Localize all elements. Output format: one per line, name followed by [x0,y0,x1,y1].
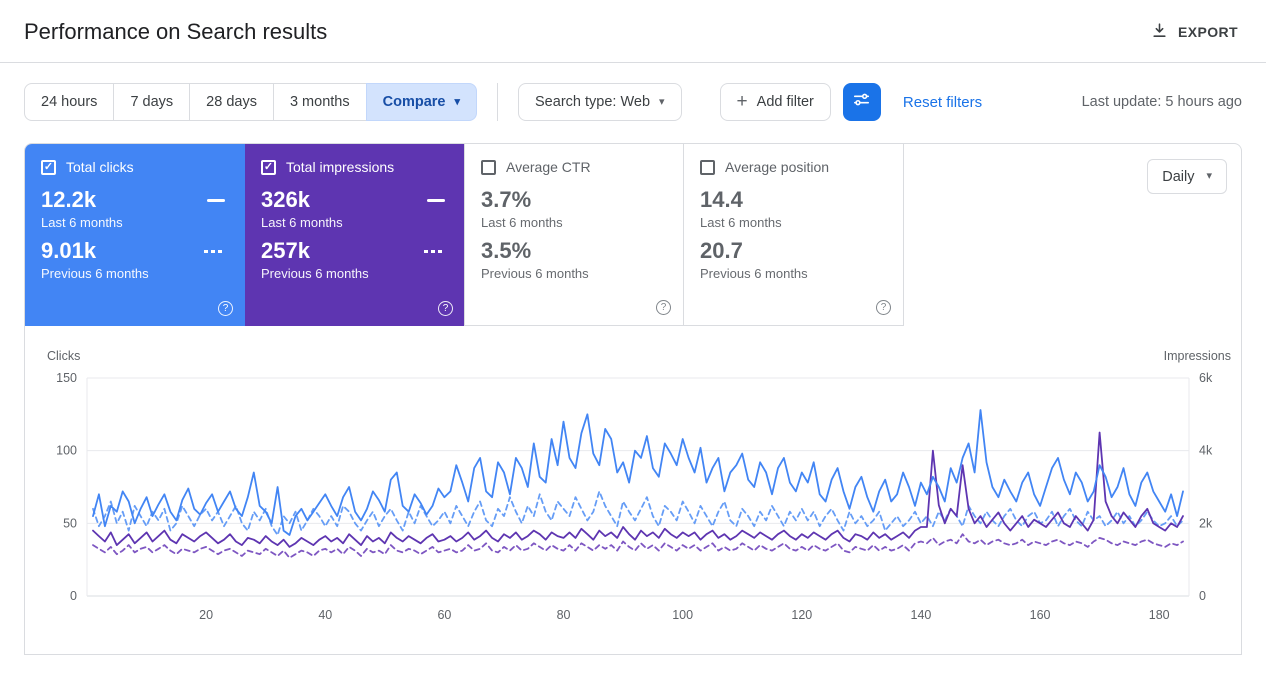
metric-label: Total impressions [286,159,395,175]
range-28-days[interactable]: 28 days [189,83,274,121]
metric-label: Total clicks [66,159,134,175]
metric-previous-caption: Previous 6 months [41,266,149,282]
dashed-line-legend-icon [424,249,445,253]
metric-cards-row: ✓ Total clicks 12.2k Last 6 months 9.01k… [25,144,1241,326]
date-range-group: 24 hours 7 days 28 days 3 months Compare… [24,83,478,121]
reset-filters-link[interactable]: Reset filters [903,94,982,111]
search-type-label: Search type: Web [535,94,651,110]
granularity-dropdown[interactable]: Daily ▾ [1147,159,1227,194]
metric-label: Average CTR [506,159,591,175]
last-update-text: Last update: 5 hours ago [1081,94,1242,110]
svg-text:0: 0 [1199,589,1206,603]
filter-bar: 24 hours 7 days 28 days 3 months Compare… [0,63,1266,133]
svg-text:120: 120 [791,608,812,622]
check-icon: ✓ [43,160,54,173]
metric-previous-value: 20.7 [700,238,743,264]
card-header: Average position [700,159,887,175]
svg-text:100: 100 [672,608,693,622]
search-type-dropdown[interactable]: Search type: Web ▾ [518,83,682,121]
metric-card-average-position[interactable]: Average position 14.4 Last 6 months 20.7… [684,144,904,326]
svg-text:50: 50 [63,516,77,530]
range-label: 7 days [130,94,174,110]
granularity-label: Daily [1162,168,1195,185]
range-label: 28 days [206,94,257,110]
metric-current-caption: Last 6 months [261,215,343,231]
metric-current-caption: Last 6 months [700,215,782,231]
metric-previous-value: 9.01k [41,238,97,264]
card-header: ✓ Total clicks [41,159,229,175]
page-header: Performance on Search results EXPORT [0,0,1266,62]
metric-previous-caption: Previous 6 months [700,266,808,282]
svg-text:80: 80 [557,608,571,622]
total-clicks-checkbox[interactable]: ✓ [41,159,56,175]
solid-line-legend-icon [427,198,445,202]
range-24-hours[interactable]: 24 hours [24,83,115,121]
metric-current-value: 326k [261,187,310,212]
metric-previous-caption: Previous 6 months [481,266,589,282]
help-icon[interactable]: ? [656,300,671,315]
svg-text:60: 60 [437,608,451,622]
performance-panel: ✓ Total clicks 12.2k Last 6 months 9.01k… [24,143,1242,655]
range-3-months[interactable]: 3 months [272,83,367,121]
page-title: Performance on Search results [24,19,328,44]
solid-line-legend-icon [207,198,225,202]
svg-text:Impressions: Impressions [1164,349,1231,363]
svg-text:100: 100 [56,444,77,458]
metric-previous-caption: Previous 6 months [261,266,369,282]
metric-current-caption: Last 6 months [481,215,563,231]
svg-text:140: 140 [911,608,932,622]
metric-current-value: 12.2k [41,187,97,212]
svg-text:2k: 2k [1199,516,1213,530]
tune-icon [852,90,871,114]
metric-previous-value: 257k [261,238,310,264]
download-icon [1151,22,1168,42]
filter-group-divider [497,83,499,121]
svg-text:150: 150 [56,371,77,385]
compare-label: Compare [382,94,446,110]
metric-card-total-clicks[interactable]: ✓ Total clicks 12.2k Last 6 months 9.01k… [25,144,245,326]
range-7-days[interactable]: 7 days [113,83,191,121]
svg-text:160: 160 [1030,608,1051,622]
metric-current-caption: Last 6 months [41,215,123,231]
average-position-checkbox[interactable] [700,159,715,175]
total-impressions-checkbox[interactable]: ✓ [261,159,276,175]
chevron-down-icon: ▾ [659,95,665,108]
performance-chart[interactable]: 0 0 50 2k 100 4k 150 6k Clicks Impressions 20 40 60 8… [25,326,1241,654]
compare-dropdown[interactable]: Compare ▾ [365,83,478,121]
range-label: 24 hours [41,94,98,110]
add-filter-button[interactable]: + Add filter [719,83,831,121]
svg-text:4k: 4k [1199,444,1213,458]
help-icon[interactable]: ? [876,300,891,315]
dashed-line-legend-icon [204,249,225,253]
metric-label: Average position [725,159,830,175]
help-icon[interactable]: ? [218,301,233,316]
metric-current-value: 3.7% [481,187,532,212]
svg-text:20: 20 [199,608,213,622]
chart-area: 0 0 50 2k 100 4k 150 6k Clicks Impressions 20 40 60 8… [25,326,1241,654]
metric-previous-value: 3.5% [481,238,532,264]
metric-card-total-impressions[interactable]: ✓ Total impressions 326k Last 6 months 2… [245,144,465,326]
metric-card-average-ctr[interactable]: Average CTR 3.7% Last 6 months 3.5% Prev… [464,144,684,326]
filter-settings-button[interactable] [842,83,881,121]
plus-icon: + [736,90,748,112]
svg-text:180: 180 [1149,608,1170,622]
chevron-down-icon: ▾ [454,95,461,108]
svg-text:6k: 6k [1199,371,1213,385]
help-icon[interactable]: ? [438,301,453,316]
card-header: ✓ Total impressions [261,159,449,175]
card-header: Average CTR [481,159,667,175]
check-icon: ✓ [263,160,274,173]
metric-current-value: 14.4 [700,187,743,212]
export-button[interactable]: EXPORT [1147,16,1242,48]
range-label: 3 months [289,94,350,110]
svg-text:40: 40 [318,608,332,622]
svg-text:0: 0 [70,589,77,603]
svg-text:Clicks: Clicks [47,349,80,363]
export-label: EXPORT [1178,24,1238,40]
add-filter-label: Add filter [756,94,814,110]
average-ctr-checkbox[interactable] [481,159,496,175]
chevron-down-icon: ▾ [1206,170,1212,182]
